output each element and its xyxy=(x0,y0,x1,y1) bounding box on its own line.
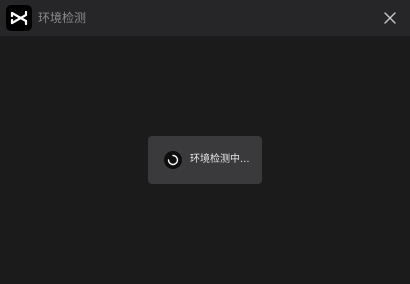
loading-spinner-icon xyxy=(164,151,182,169)
loading-toast: 环境检测中... xyxy=(148,136,262,184)
window-title: 环境检测 xyxy=(38,11,87,25)
capcut-logo-icon xyxy=(6,5,32,31)
title-bar[interactable]: 环境检测 xyxy=(0,0,410,36)
environment-check-window: 环境检测 环境检测中... xyxy=(0,0,410,284)
loading-message: 环境检测中... xyxy=(190,154,250,165)
close-icon xyxy=(384,12,396,24)
close-button[interactable] xyxy=(378,6,402,30)
